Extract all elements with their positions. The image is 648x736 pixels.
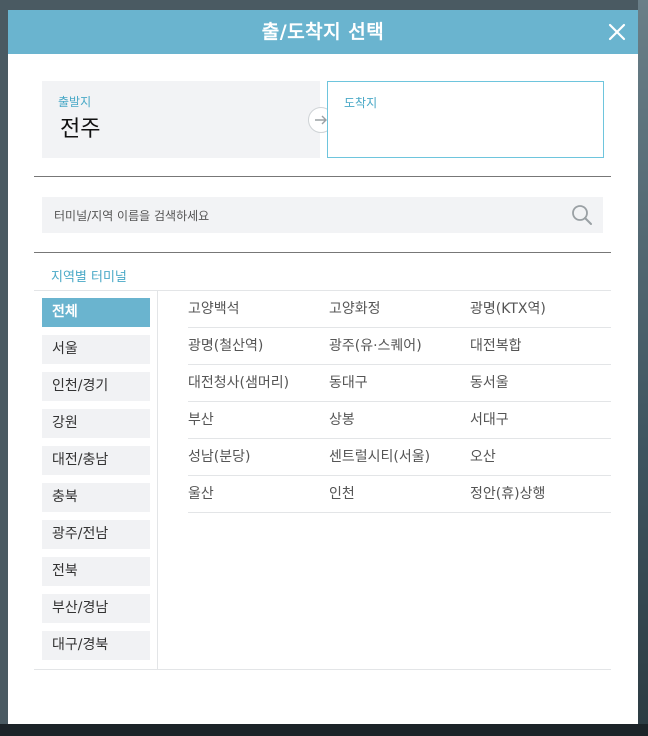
terminal-item[interactable]: 대전청사(샘머리) xyxy=(188,365,329,401)
section-title: 지역별 터미널 xyxy=(51,270,127,285)
backdrop-page xyxy=(638,0,648,736)
terminal-grid: 고양백석 고양화정 광명(KTX역) 광명(철산역) 광주(유·스퀘어) 대전복합 대전청사… xyxy=(188,291,611,513)
terminal-item[interactable]: 동대구 xyxy=(329,365,470,401)
departure-value: 전주 xyxy=(60,117,101,142)
terminal-item[interactable]: 정안(휴)상행 xyxy=(470,476,611,512)
terminal-item[interactable]: 고양화정 xyxy=(329,291,470,327)
region-tab[interactable]: 광주/전남 xyxy=(42,520,150,549)
region-list: 전체서울인천/경기강원대전/충남충북광주/전남전북부산/경남대구/경북 xyxy=(42,298,150,668)
region-tab[interactable]: 부산/경남 xyxy=(42,594,150,623)
arrival-box[interactable]: 도착지 xyxy=(327,81,604,158)
region-tab[interactable]: 충북 xyxy=(42,483,150,512)
terminal-item[interactable]: 상봉 xyxy=(329,402,470,438)
terminal-item[interactable]: 서대구 xyxy=(470,402,611,438)
region-tab[interactable]: 서울 xyxy=(42,335,150,364)
terminal-item[interactable]: 광주(유·스퀘어) xyxy=(329,328,470,364)
backdrop-bottom xyxy=(0,724,648,736)
departure-box[interactable]: 출발지 전주 xyxy=(42,81,320,158)
terminal-item[interactable]: 고양백석 xyxy=(188,291,329,327)
region-tab[interactable]: 대구/경북 xyxy=(42,631,150,660)
arrow-right-icon xyxy=(315,115,327,125)
terminal-row: 대전청사(샘머리) 동대구 동서울 xyxy=(188,365,611,402)
terminal-row: 성남(분당) 센트럴시티(서울) 오산 xyxy=(188,439,611,476)
search-box xyxy=(42,197,603,235)
terminal-row: 고양백석 고양화정 광명(KTX역) xyxy=(188,291,611,328)
column-divider xyxy=(157,291,158,669)
region-tab[interactable]: 전북 xyxy=(42,557,150,586)
modal-header: 출/도착지 선택 xyxy=(8,10,638,54)
close-button[interactable] xyxy=(606,21,628,43)
terminal-row: 부산 상봉 서대구 xyxy=(188,402,611,439)
terminal-item[interactable]: 오산 xyxy=(470,439,611,475)
terminal-item[interactable]: 울산 xyxy=(188,476,329,512)
terminal-row: 광명(철산역) 광주(유·스퀘어) 대전복합 xyxy=(188,328,611,365)
terminal-item[interactable]: 광명(KTX역) xyxy=(470,291,611,327)
terminal-item[interactable]: 인천 xyxy=(329,476,470,512)
divider xyxy=(34,176,611,177)
bottom-divider xyxy=(34,669,611,670)
divider xyxy=(34,252,611,253)
terminal-row: 울산 인천 정안(휴)상행 xyxy=(188,476,611,513)
terminal-item[interactable]: 성남(분당) xyxy=(188,439,329,475)
terminal-item[interactable]: 센트럴시티(서울) xyxy=(329,439,470,475)
search-icon[interactable] xyxy=(570,203,594,227)
region-tab[interactable]: 대전/충남 xyxy=(42,446,150,475)
terminal-item[interactable]: 대전복합 xyxy=(470,328,611,364)
terminal-item[interactable]: 부산 xyxy=(188,402,329,438)
modal-title: 출/도착지 선택 xyxy=(261,21,385,43)
terminal-item[interactable]: 동서울 xyxy=(470,365,611,401)
search-input[interactable] xyxy=(52,197,566,235)
region-tab[interactable]: 강원 xyxy=(42,409,150,438)
terminal-item[interactable]: 광명(철산역) xyxy=(188,328,329,364)
arrival-label: 도착지 xyxy=(344,96,378,110)
region-tab[interactable]: 인천/경기 xyxy=(42,372,150,401)
terminal-select-modal: 출/도착지 선택 출발지 전주 도착지 지역별 터미널 전체서울인천/경기강원대… xyxy=(8,10,638,724)
close-icon xyxy=(608,23,626,41)
region-tab[interactable]: 전체 xyxy=(42,298,150,327)
departure-label: 출발지 xyxy=(58,95,92,109)
